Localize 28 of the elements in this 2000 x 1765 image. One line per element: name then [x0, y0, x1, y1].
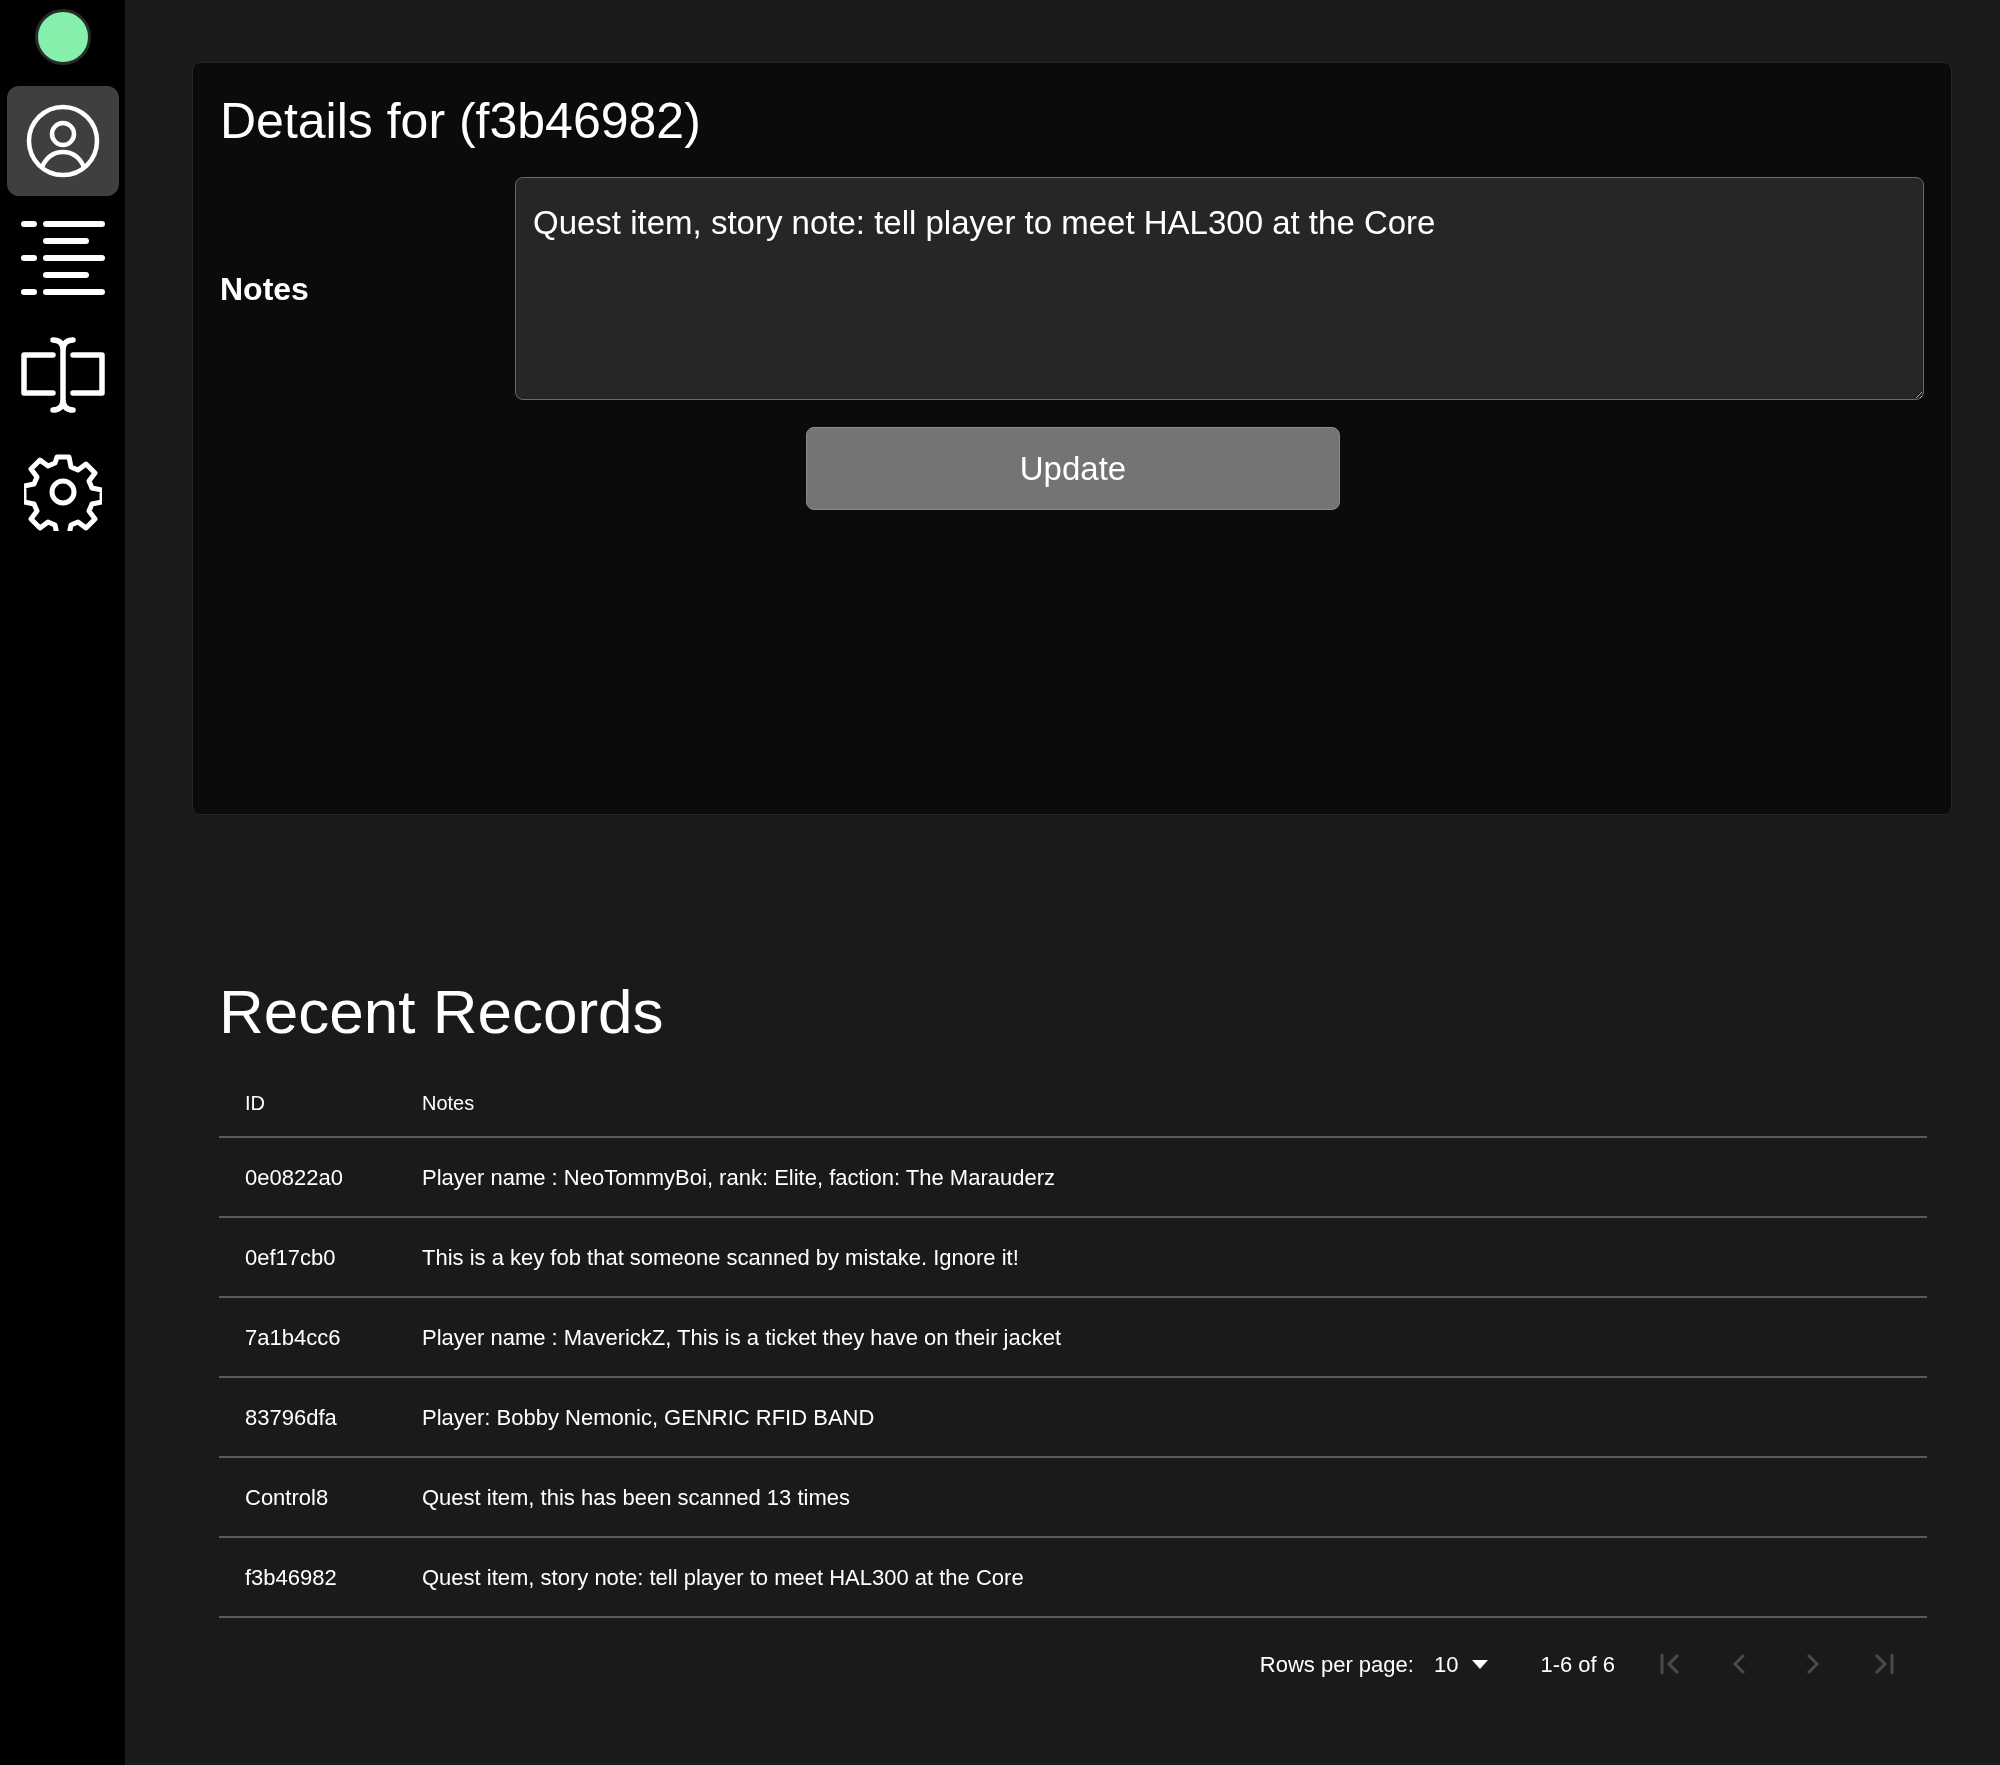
- rows-per-page-label: Rows per page:: [1259, 1650, 1414, 1679]
- table-cell: Control8: [219, 1457, 396, 1538]
- table-cell: 0ef17cb0: [219, 1217, 396, 1298]
- caret-icon: [1472, 1659, 1489, 1669]
- column-header: ID: [219, 1069, 396, 1138]
- table-cell: 83796dfa: [219, 1377, 396, 1458]
- user-nav-button[interactable]: [6, 86, 119, 196]
- table-cell: Player name : MaverickZ, This is a ticket they have on their jacket: [396, 1297, 1927, 1378]
- table-cell: Quest item, story note: tell player to meet HAL300 at the Core: [396, 1537, 1927, 1618]
- settings-icon: [23, 453, 102, 531]
- text-cursor-icon: [19, 337, 106, 413]
- notes-label: Notes: [220, 269, 310, 309]
- page-range: 1-6 of 6: [1540, 1650, 1615, 1679]
- details-title: Details for (f3b46982): [220, 92, 702, 151]
- table-cell: Player name : NeoTommyBoi, rank: Elite, faction: The Marauderz: [396, 1137, 1927, 1218]
- table-cell: f3b46982: [219, 1537, 396, 1618]
- rows-per-page-select[interactable]: 10: [1433, 1647, 1489, 1681]
- table-cell: Player: Bobby Nemonic, GENRIC RFID BAND: [396, 1377, 1927, 1458]
- update-button[interactable]: Update: [806, 427, 1340, 510]
- table-cell: This is a key fob that someone scanned by mistake. Ignore it!: [396, 1217, 1927, 1298]
- table-cell: 0e0822a0: [219, 1137, 396, 1218]
- table-cell: Quest item, this has been scanned 13 times: [396, 1457, 1927, 1538]
- table-cell: 7a1b4cc6: [219, 1297, 396, 1378]
- records-title: Recent Records: [219, 976, 665, 1048]
- list-icon: [19, 220, 106, 296]
- column-header: Notes: [396, 1069, 1927, 1138]
- user-icon: [25, 104, 100, 178]
- notes-field[interactable]: Quest item, story note: tell player to meet HAL300 at the Core: [515, 177, 1924, 400]
